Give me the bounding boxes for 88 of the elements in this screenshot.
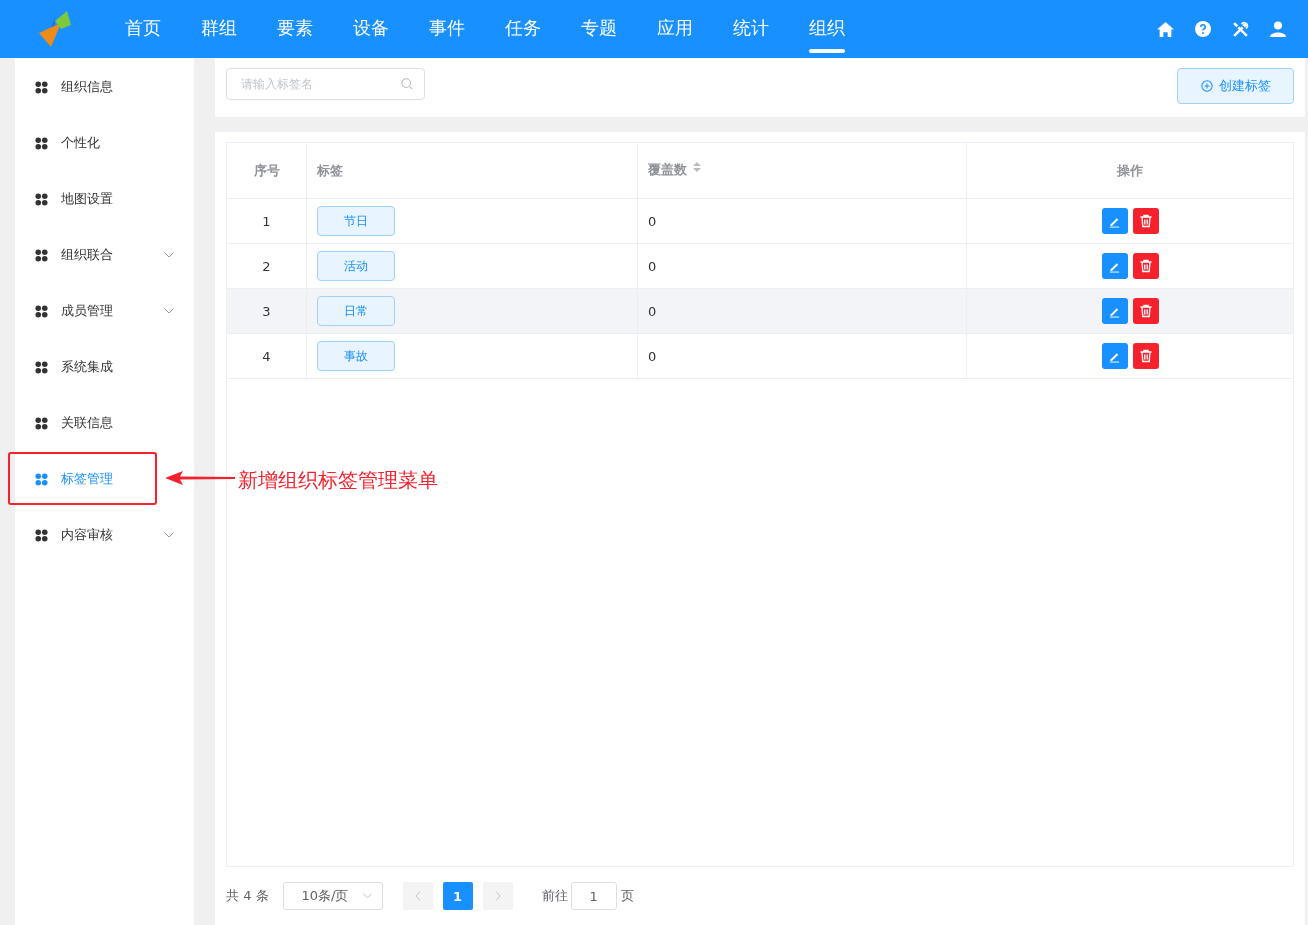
grid-icon	[35, 360, 48, 374]
column-header: 标签	[307, 143, 638, 198]
page-input[interactable]: 1	[570, 882, 617, 910]
nav-tab[interactable]: 专题	[561, 0, 637, 58]
tag-chip: 事故	[317, 341, 395, 371]
table-cell: 4	[262, 348, 271, 364]
sidebar-item[interactable]: 关联信息	[15, 395, 194, 451]
user-icon[interactable]	[1270, 21, 1286, 37]
table-cell: 0	[648, 258, 657, 274]
edit-button[interactable]	[1101, 343, 1128, 369]
chevron-left-icon	[414, 891, 421, 901]
trash-icon	[1138, 349, 1153, 363]
search-field[interactable]: 请输入标签名	[226, 68, 425, 100]
page-number-button[interactable]: 1	[442, 882, 473, 910]
nav-tab[interactable]: 统计	[713, 0, 789, 58]
grid-icon	[35, 136, 48, 150]
page-suffix: 页	[620, 887, 634, 905]
table-cell: 1	[262, 213, 271, 229]
grid-icon	[35, 304, 48, 318]
sort-icon	[693, 161, 701, 173]
grid-icon	[35, 528, 48, 542]
help-icon[interactable]	[1195, 21, 1211, 37]
sidebar-label: 个性化	[61, 134, 101, 152]
edit-button[interactable]	[1101, 208, 1128, 234]
table-cell: 2	[262, 258, 271, 274]
delete-button[interactable]	[1132, 208, 1159, 234]
trash-icon	[1138, 214, 1153, 228]
nav-tab[interactable]: 任务	[485, 0, 561, 58]
grid-icon	[35, 192, 48, 206]
grid-icon	[35, 416, 48, 430]
sidebar-item[interactable]: 组织信息	[15, 59, 194, 115]
table-cell: 3	[262, 303, 271, 319]
grid-icon	[35, 80, 48, 94]
search-icon	[401, 78, 413, 90]
page-size-select[interactable]: 10条/页	[282, 882, 383, 910]
table-cell: 0	[648, 303, 657, 319]
tag-chip: 日常	[317, 296, 395, 326]
sidebar-label: 内容审核	[61, 526, 114, 544]
nav-tab[interactable]: 组织	[789, 0, 865, 58]
sidebar-item[interactable]: 组织联合	[15, 227, 194, 283]
tools-icon[interactable]	[1232, 20, 1249, 38]
nav-tab[interactable]: 要素	[257, 0, 333, 58]
sidebar-label: 系统集成	[61, 358, 114, 376]
plus-circle-icon	[1200, 80, 1213, 92]
delete-button[interactable]	[1132, 298, 1159, 324]
chevron-down-icon	[362, 893, 372, 899]
sidebar-label: 地图设置	[61, 190, 114, 208]
grid-icon	[35, 248, 48, 262]
table-row[interactable]: 3 日常 0	[227, 289, 1293, 334]
nav-tab[interactable]: 事件	[409, 0, 485, 58]
delete-button[interactable]	[1132, 253, 1159, 279]
nav-tab[interactable]: 应用	[637, 0, 713, 58]
table-row[interactable]: 2 活动 0	[227, 244, 1293, 289]
chevron-right-icon	[494, 891, 501, 901]
tag-chip: 节日	[317, 206, 395, 236]
nav-tab[interactable]: 设备	[333, 0, 409, 58]
table-row[interactable]: 4 事故 0	[227, 334, 1293, 379]
sidebar-item[interactable]: 系统集成	[15, 339, 194, 395]
table-row[interactable]: 1 节日 0	[227, 199, 1293, 244]
sidebar-item[interactable]: 地图设置	[15, 171, 194, 227]
annotation-arrow	[165, 470, 235, 486]
sidebar-item[interactable]: 内容审核	[15, 507, 194, 563]
sidebar-item[interactable]: 个性化	[15, 115, 194, 171]
annotation-text: 新增组织标签管理菜单	[238, 467, 438, 494]
sidebar-label: 关联信息	[61, 414, 114, 432]
grid-icon	[35, 472, 48, 486]
delete-button[interactable]	[1132, 343, 1159, 369]
sidebar-item[interactable]: 标签管理	[15, 451, 194, 507]
sidebar-label: 组织信息	[61, 78, 114, 96]
sidebar-label: 成员管理	[61, 302, 114, 320]
sidebar-item[interactable]: 成员管理	[15, 283, 194, 339]
column-header: 序号	[227, 143, 307, 198]
trash-icon	[1138, 304, 1153, 318]
nav-tab[interactable]: 群组	[181, 0, 257, 58]
column-header[interactable]: 覆盖数	[638, 143, 967, 198]
sidebar-label: 组织联合	[61, 246, 114, 264]
total-count: 共 4 条	[226, 887, 269, 905]
table-cell: 0	[648, 213, 657, 229]
goto-label: 前往	[541, 887, 568, 905]
trash-icon	[1138, 259, 1153, 273]
tag-chip: 活动	[317, 251, 395, 281]
edit-button[interactable]	[1101, 253, 1128, 279]
sidebar-label: 标签管理	[61, 470, 114, 488]
home-icon[interactable]	[1157, 20, 1174, 38]
column-header: 操作	[1116, 161, 1144, 180]
table-cell: 0	[648, 348, 657, 364]
nav-tab[interactable]: 首页	[105, 0, 181, 58]
edit-button[interactable]	[1101, 298, 1128, 324]
